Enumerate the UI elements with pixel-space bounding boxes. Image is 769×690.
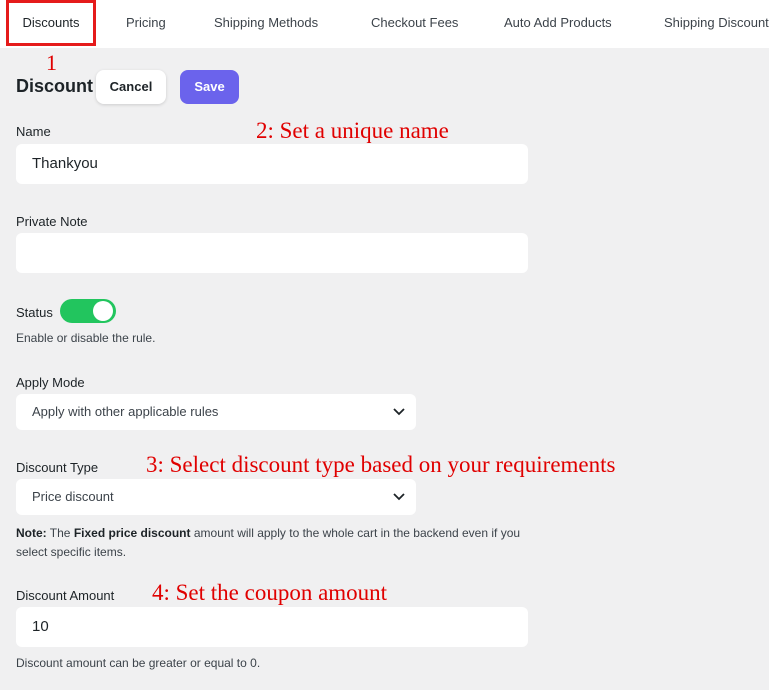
apply-mode-select[interactable]: Apply with other applicable rules bbox=[16, 394, 416, 430]
tab-bar: Discounts Pricing Shipping Methods Check… bbox=[0, 0, 769, 48]
apply-mode-label: Apply Mode bbox=[16, 375, 85, 390]
discount-type-value: Price discount bbox=[32, 489, 114, 504]
annotation-4: 4: Set the coupon amount bbox=[152, 580, 388, 605]
discount-type-select[interactable]: Price discount bbox=[16, 479, 416, 515]
note-text-1: The bbox=[46, 526, 74, 540]
discount-type-label: Discount Type bbox=[16, 460, 99, 475]
private-note-label: Private Note bbox=[16, 214, 88, 229]
page-title: Discount bbox=[16, 76, 94, 96]
tab-discounts[interactable]: Discounts bbox=[6, 0, 96, 46]
tab-shipping-discount[interactable]: Shipping Discount bbox=[664, 0, 769, 48]
discount-amount-help: Discount amount can be greater or equal … bbox=[16, 656, 261, 670]
tab-auto-add-products[interactable]: Auto Add Products bbox=[504, 0, 612, 48]
note-prefix: Note: bbox=[16, 526, 47, 540]
toggle-knob bbox=[93, 301, 113, 321]
annotation-3: 3: Select discount type based on your re… bbox=[146, 452, 616, 477]
discount-amount-label: Discount Amount bbox=[16, 588, 115, 603]
status-toggle[interactable] bbox=[60, 299, 116, 323]
tab-pricing[interactable]: Pricing bbox=[126, 0, 166, 48]
chevron-down-icon bbox=[393, 408, 405, 416]
chevron-down-icon bbox=[393, 493, 405, 501]
status-help-text: Enable or disable the rule. bbox=[16, 331, 156, 345]
tab-checkout-fees[interactable]: Checkout Fees bbox=[371, 0, 458, 48]
annotation-2: 2: Set a unique name bbox=[256, 118, 449, 143]
cancel-button[interactable]: Cancel bbox=[96, 70, 166, 104]
name-label: Name bbox=[16, 124, 51, 139]
name-input[interactable]: Thankyou bbox=[16, 144, 528, 184]
discount-type-note: Note: The Fixed price discount amount wi… bbox=[16, 524, 536, 562]
apply-mode-value: Apply with other applicable rules bbox=[32, 404, 219, 419]
tab-shipping-methods[interactable]: Shipping Methods bbox=[214, 0, 318, 48]
status-label: Status bbox=[16, 305, 53, 320]
save-button[interactable]: Save bbox=[180, 70, 239, 104]
note-bold: Fixed price discount bbox=[73, 526, 191, 540]
private-note-input[interactable] bbox=[16, 233, 528, 273]
discount-amount-input[interactable]: 10 bbox=[16, 607, 528, 647]
annotation-1: 1 bbox=[46, 50, 57, 75]
